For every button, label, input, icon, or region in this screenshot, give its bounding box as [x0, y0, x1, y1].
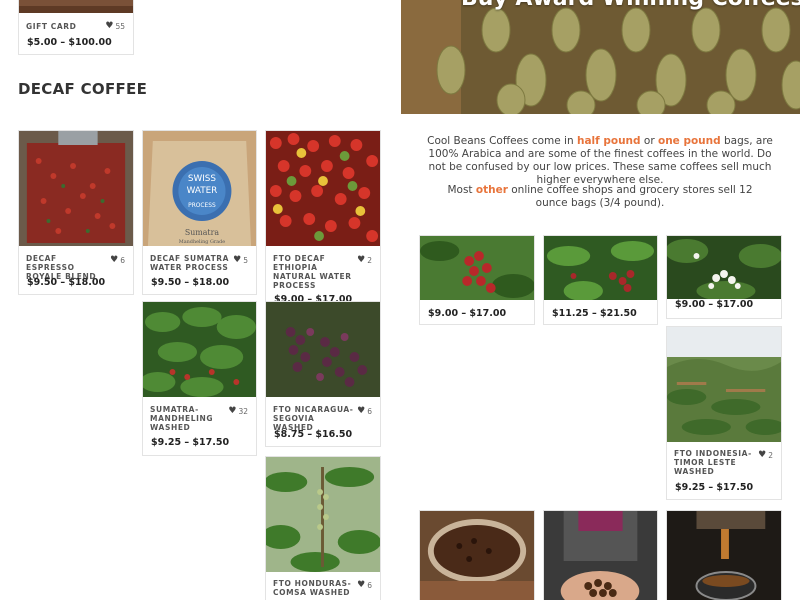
intro-text: Cool Beans Coffees come in	[427, 135, 577, 147]
product-name[interactable]: DECAF SUMATRA WATER PROCESS	[150, 254, 232, 272]
heart-icon: ♥	[105, 21, 114, 31]
like-count: 6	[367, 581, 372, 590]
product-card[interactable]: FTO INDONESIA-TIMOR LESTE WASHED ♥ 2 $9.…	[666, 326, 782, 500]
product-name[interactable]: FTO NICARAGUA-SEGOVIA WASHED	[273, 405, 355, 432]
product-image[interactable]	[544, 511, 657, 600]
intro-text: Most	[447, 184, 476, 196]
like-button[interactable]: ♥ 5	[233, 255, 248, 266]
product-image[interactable]	[266, 131, 380, 246]
product-price: $9.00 – $17.00	[428, 308, 507, 319]
intro-paragraph-1: Cool Beans Coffees come in half pound or…	[420, 135, 780, 187]
heart-icon: ♥	[357, 580, 366, 590]
section-title: DECAF COFFEE	[18, 80, 148, 98]
heart-icon: ♥	[357, 406, 366, 416]
product-card[interactable]	[666, 510, 782, 600]
product-card[interactable]: SWISS WATER PROCESS Sumatra Mandheling G…	[142, 130, 257, 295]
like-count: 5	[243, 256, 248, 265]
product-card[interactable]: DECAF ESPRESSO ROYALE BLEND ♥ 6 $9.50 – …	[18, 130, 134, 295]
product-card[interactable]: FTO HONDURAS-COMSA WASHED ♥ 6	[265, 456, 381, 600]
hero-title: Buy Award Winning Coffees	[461, 0, 800, 11]
product-image[interactable]	[420, 511, 534, 600]
heart-icon: ♥	[228, 406, 237, 416]
product-card[interactable]: $9.00 – $17.00	[666, 235, 782, 319]
product-image[interactable]	[667, 511, 781, 600]
like-button[interactable]: ♥ 6	[110, 255, 125, 266]
intro-text: online coffee shops and grocery stores s…	[507, 184, 753, 209]
product-card[interactable]	[543, 510, 658, 600]
product-price: $9.00 – $17.00	[675, 299, 754, 310]
like-count: 55	[115, 22, 125, 31]
product-name[interactable]: GIFT CARD	[26, 22, 108, 31]
product-image[interactable]: SWISS WATER PROCESS Sumatra Mandheling G…	[143, 131, 256, 246]
like-count: 6	[367, 407, 372, 416]
like-count: 32	[238, 407, 248, 416]
highlight-one-pound: one pound	[657, 135, 721, 147]
intro-text: or	[640, 135, 658, 147]
like-count: 6	[120, 256, 125, 265]
heart-icon: ♥	[233, 255, 242, 265]
product-card[interactable]: $9.00 – $17.00	[419, 235, 535, 325]
product-price: $11.25 – $21.50	[552, 308, 637, 319]
product-price: $9.50 – $18.00	[27, 277, 106, 288]
like-button[interactable]: ♥ 2	[357, 255, 372, 266]
product-image[interactable]	[266, 302, 380, 397]
heart-icon: ♥	[758, 450, 767, 460]
product-card[interactable]: $11.25 – $21.50	[543, 235, 658, 325]
product-card[interactable]: SUMATRA-MANDHELING WASHED ♥ 32 $9.25 – $…	[142, 301, 257, 456]
bag-text-label: Sumatra	[185, 228, 219, 237]
intro-paragraph-2: Most other online coffee shops and groce…	[420, 184, 780, 210]
heart-icon: ♥	[110, 255, 119, 265]
product-card[interactable]: FTO DECAF ETHIOPIA NATURAL WATER PROCESS…	[265, 130, 381, 302]
like-button[interactable]: ♥ 2	[758, 450, 773, 461]
product-image[interactable]	[667, 327, 781, 442]
product-name[interactable]: FTO INDONESIA-TIMOR LESTE WASHED	[674, 449, 756, 476]
like-count: 2	[768, 451, 773, 460]
product-price: $9.25 – $17.50	[151, 437, 230, 448]
product-image[interactable]	[544, 236, 657, 300]
gift-card-image[interactable]	[19, 0, 133, 13]
product-image[interactable]	[143, 302, 256, 397]
product-card[interactable]: FTO NICARAGUA-SEGOVIA WASHED ♥ 6 $8.75 –…	[265, 301, 381, 447]
bag-text-sub: Mandheling Grade	[179, 239, 226, 245]
bag-text-water: WATER	[187, 186, 218, 196]
heart-icon: ♥	[357, 255, 366, 265]
product-name[interactable]: SUMATRA-MANDHELING WASHED	[150, 405, 232, 432]
product-price: $8.75 – $16.50	[274, 429, 353, 440]
product-image[interactable]	[667, 236, 781, 299]
hero-banner: Buy Award Winning Coffees	[401, 0, 800, 114]
product-image[interactable]	[19, 131, 133, 246]
like-count: 2	[367, 256, 372, 265]
product-name[interactable]: FTO DECAF ETHIOPIA NATURAL WATER PROCESS	[273, 254, 355, 290]
like-button[interactable]: ♥ 32	[228, 406, 248, 417]
product-card-gift-card[interactable]: GIFT CARD ♥ 55 $5.00 – $100.00	[18, 0, 134, 55]
product-name[interactable]: FTO HONDURAS-COMSA WASHED	[273, 579, 355, 597]
product-price: $9.25 – $17.50	[675, 482, 754, 493]
product-image[interactable]	[420, 236, 534, 300]
bag-text-swiss: SWISS	[188, 174, 216, 184]
product-price: $5.00 – $100.00	[27, 37, 112, 48]
product-price: $9.50 – $18.00	[151, 277, 230, 288]
product-card[interactable]	[419, 510, 535, 600]
bag-text-process: PROCESS	[188, 202, 216, 209]
highlight-half-pound: half pound	[576, 135, 641, 147]
like-button[interactable]: ♥ 55	[105, 21, 125, 32]
like-button[interactable]: ♥ 6	[357, 406, 372, 417]
highlight-other: other	[475, 184, 508, 196]
product-image[interactable]	[266, 457, 380, 572]
like-button[interactable]: ♥ 6	[357, 580, 372, 591]
